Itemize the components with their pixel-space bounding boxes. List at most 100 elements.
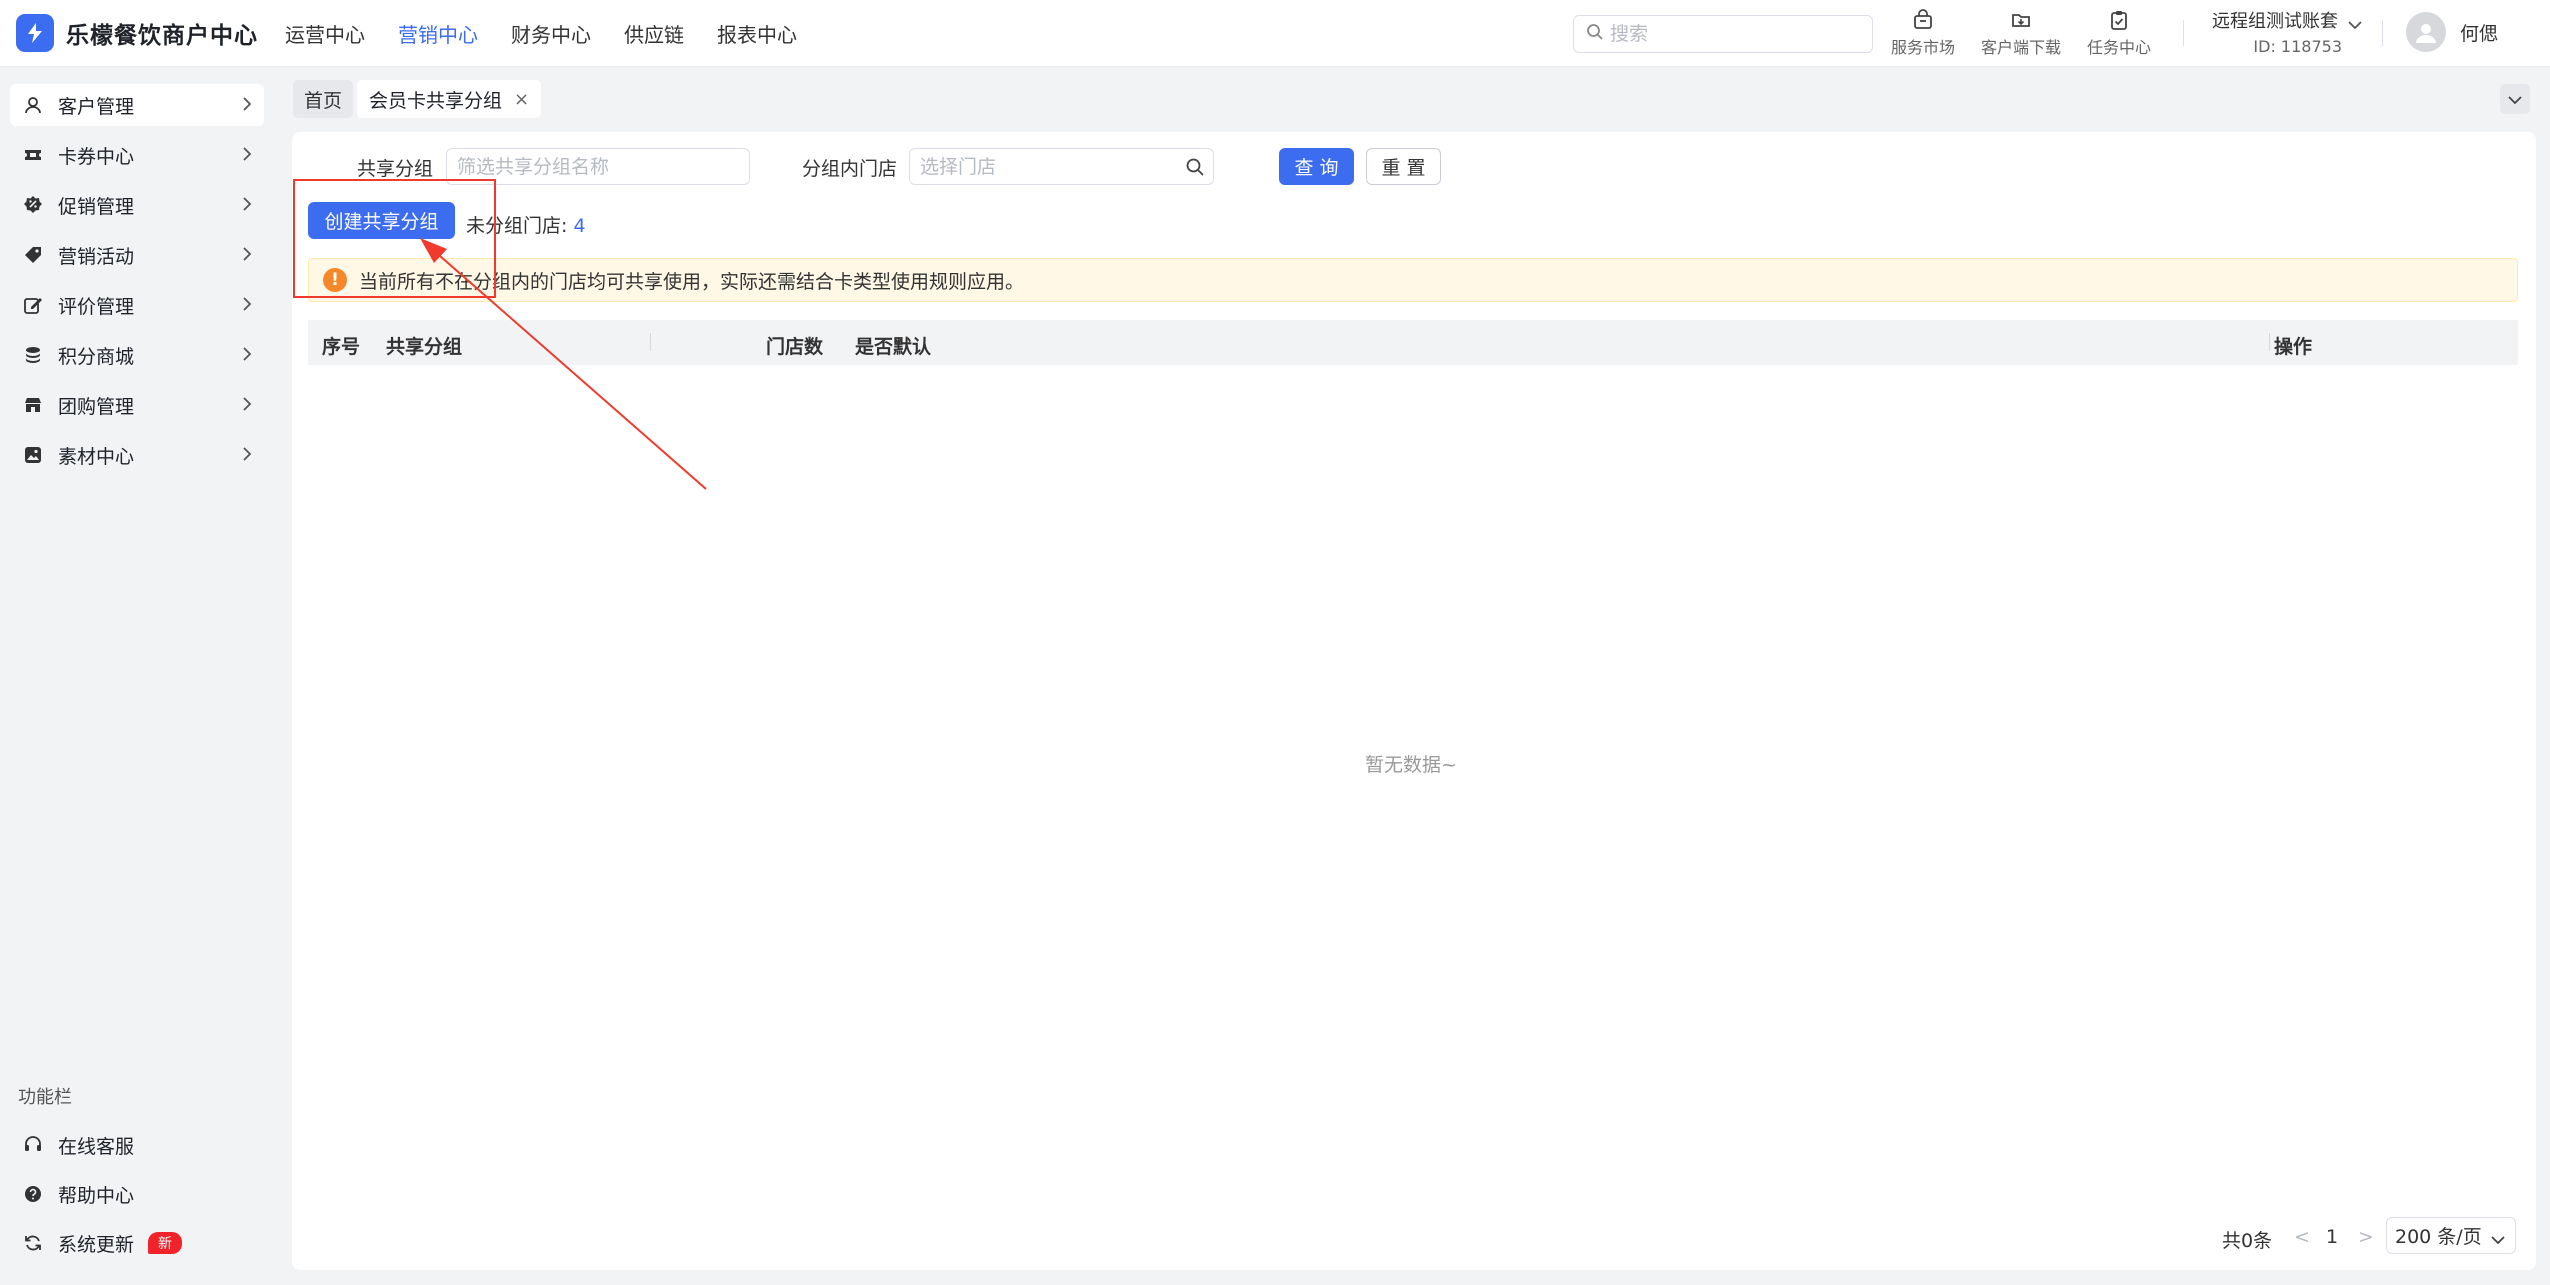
- sidebar-item-group-buying[interactable]: 团购管理: [10, 384, 264, 426]
- top-bar: 乐檬餐饮商户中心 运营中心 营销中心 财务中心 供应链 报表中心 服务市场 客户…: [0, 0, 2550, 67]
- sidebar-item-marketing-activities[interactable]: 营销活动: [10, 234, 264, 276]
- page-size-select[interactable]: 200 条/页: [2386, 1217, 2516, 1254]
- chevron-down-icon: [2348, 15, 2362, 34]
- brand-name: 乐檬餐饮商户中心: [66, 23, 258, 49]
- store-filter-input[interactable]: [920, 155, 1170, 178]
- sidebar-item-label: 在线客服: [58, 1135, 135, 1158]
- clipboard-check-icon: [2074, 8, 2164, 32]
- sidebar-item-card-coupon-center[interactable]: 卡券中心: [10, 134, 264, 176]
- table-header: 序号 共享分组 门店数 是否默认 操作: [308, 320, 2518, 365]
- share-group-filter-input[interactable]: [457, 155, 749, 178]
- edit-review-icon: [22, 295, 44, 315]
- chevron-right-icon: [242, 346, 252, 366]
- sidebar-item-system-update[interactable]: 系统更新 新: [10, 1222, 264, 1264]
- top-nav-item-supply-chain[interactable]: 供应链: [624, 19, 684, 48]
- sidebar-item-help-center[interactable]: 帮助中心: [10, 1173, 264, 1215]
- global-search[interactable]: [1573, 15, 1873, 53]
- column-header-index: 序号: [322, 336, 361, 358]
- tab-home[interactable]: 首页: [293, 80, 354, 118]
- tab-member-card-share-group[interactable]: 会员卡共享分组 ×: [357, 80, 542, 118]
- empty-state: 暂无数据~: [1365, 754, 1457, 776]
- folder-download-icon: [1976, 8, 2066, 32]
- column-divider: [2269, 333, 2270, 351]
- top-nav-item-operations[interactable]: 运营中心: [285, 19, 365, 48]
- main-panel: 共享分组 分组内门店 查 询 重 置 创建共享分组 未分组门店: 4 ! 当前所…: [292, 132, 2536, 1270]
- top-nav-item-finance[interactable]: 财务中心: [511, 19, 591, 48]
- sidebar-item-online-support[interactable]: 在线客服: [10, 1124, 264, 1166]
- column-header-is-default: 是否默认: [855, 336, 932, 358]
- warning-icon: !: [323, 268, 347, 292]
- brand-logo[interactable]: 乐檬餐饮商户中心: [16, 14, 258, 52]
- tag-icon: [22, 245, 44, 265]
- discount-icon: [22, 195, 44, 215]
- coins-stack-icon: [22, 345, 44, 365]
- top-nav-item-reports[interactable]: 报表中心: [717, 19, 797, 48]
- top-nav-item-marketing[interactable]: 营销中心: [398, 19, 478, 48]
- column-divider: [650, 333, 651, 351]
- reset-button[interactable]: 重 置: [1366, 148, 1441, 185]
- sidebar-item-material-center[interactable]: 素材中心: [10, 434, 264, 476]
- search-input[interactable]: [1610, 23, 1850, 45]
- page-size-value: 200 条/页: [2395, 1226, 2482, 1248]
- store-bag-icon: [1878, 8, 1968, 32]
- create-share-group-button[interactable]: 创建共享分组: [308, 202, 455, 239]
- refresh-icon: [22, 1233, 44, 1253]
- service-market-label: 服务市场: [1890, 38, 1955, 57]
- user-menu[interactable]: 何偲: [2406, 12, 2498, 52]
- account-switcher[interactable]: 远程组测试账套 ID: 118753: [2212, 7, 2362, 56]
- client-download-button[interactable]: 客户端下载: [1976, 8, 2066, 58]
- pagination-prev-button[interactable]: <: [2294, 1226, 2310, 1248]
- tab-current-label: 会员卡共享分组: [369, 89, 503, 112]
- task-center-button[interactable]: 任务中心: [2074, 8, 2164, 58]
- sidebar-item-label: 团购管理: [58, 395, 135, 418]
- chevron-down-icon: [2491, 1228, 2505, 1250]
- pagination-total: 共0条: [2222, 1230, 2273, 1252]
- column-header-store-count: 门店数: [766, 336, 824, 358]
- lightning-logo-icon: [16, 14, 54, 52]
- account-divider: [2382, 20, 2383, 46]
- shop-icon: [22, 395, 44, 415]
- sidebar-item-review-management[interactable]: 评价管理: [10, 284, 264, 326]
- sidebar-item-label: 帮助中心: [58, 1184, 135, 1207]
- search-icon: [1586, 23, 1604, 45]
- share-group-filter[interactable]: [446, 148, 750, 185]
- sidebar-item-points-mall[interactable]: 积分商城: [10, 334, 264, 376]
- store-filter[interactable]: [909, 148, 1214, 185]
- service-market-button[interactable]: 服务市场: [1878, 8, 1968, 58]
- chevron-right-icon: [242, 296, 252, 316]
- unassigned-stores: 未分组门店: 4: [466, 211, 586, 238]
- sidebar-item-label: 素材中心: [58, 445, 135, 468]
- account-id: ID: 118753: [2253, 37, 2342, 56]
- unassigned-stores-label: 未分组门店:: [466, 215, 568, 237]
- sidebar-item-label: 积分商城: [58, 345, 135, 368]
- ticket-icon: [22, 145, 44, 165]
- pagination-page-1[interactable]: 1: [2326, 1226, 2338, 1248]
- store-filter-label: 分组内门店: [802, 158, 898, 180]
- chevron-right-icon: [242, 146, 252, 166]
- sidebar-item-customer-management[interactable]: 客户管理: [10, 84, 264, 126]
- new-badge: 新: [148, 1232, 183, 1254]
- help-circle-icon: [22, 1184, 44, 1204]
- chevron-right-icon: [242, 396, 252, 416]
- client-download-label: 客户端下载: [1980, 38, 2061, 57]
- column-header-share-group: 共享分组: [386, 336, 463, 358]
- user-avatar-icon: [2406, 12, 2446, 52]
- tabs-more-button[interactable]: [2500, 84, 2530, 114]
- account-name: 远程组测试账套: [2212, 11, 2338, 32]
- chevron-right-icon: [242, 196, 252, 216]
- user-name: 何偲: [2460, 22, 2499, 45]
- close-icon[interactable]: ×: [514, 89, 529, 110]
- pagination-next-button[interactable]: >: [2358, 1226, 2374, 1248]
- query-button[interactable]: 查 询: [1279, 148, 1354, 185]
- sidebar-item-label: 营销活动: [58, 245, 135, 268]
- unassigned-stores-count[interactable]: 4: [573, 215, 585, 237]
- user-icon: [22, 95, 44, 115]
- chevron-right-icon: [242, 96, 252, 116]
- info-notice: ! 当前所有不在分组内的门店均可共享使用，实际还需结合卡类型使用规则应用。: [308, 258, 2518, 302]
- sidebar-item-promotion-management[interactable]: 促销管理: [10, 184, 264, 226]
- sidebar-item-label: 促销管理: [58, 195, 135, 218]
- function-bar-title: 功能栏: [18, 1087, 72, 1108]
- chevron-down-icon: [2508, 90, 2522, 109]
- toolbar-divider: [2183, 20, 2184, 46]
- search-icon[interactable]: [1185, 157, 1205, 181]
